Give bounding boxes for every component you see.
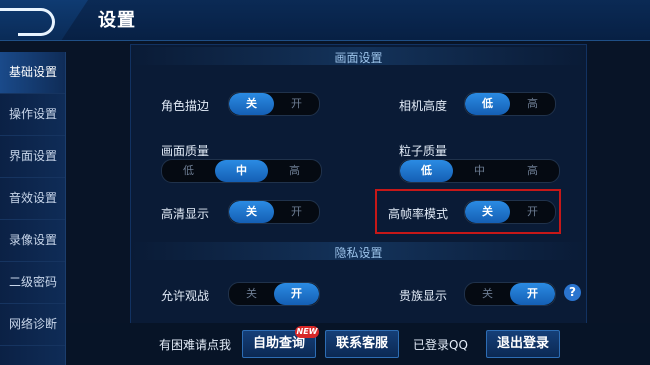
display-section-title: 画面设置 (334, 51, 383, 65)
camera-height-toggle[interactable]: 低 高 (464, 92, 556, 116)
settings-sidebar: 基础设置 操作设置 界面设置 音效设置 录像设置 二级密码 网络诊断 (0, 52, 66, 365)
noble-off-option[interactable]: 关 (465, 283, 510, 305)
sidebar-item-secondary-password[interactable]: 二级密码 (0, 262, 65, 304)
contact-support-button[interactable]: 联系客服 (325, 330, 400, 358)
camera-height-label: 相机高度 (399, 99, 448, 113)
quality-high-option[interactable]: 高 (268, 160, 321, 182)
hd-off-option[interactable]: 关 (229, 201, 274, 223)
outline-label: 角色描边 (161, 99, 210, 113)
new-badge: NEW (295, 326, 319, 338)
top-header: 设置 (0, 0, 650, 41)
particle-low-option[interactable]: 低 (400, 160, 453, 182)
particle-toggle[interactable]: 低 中 高 (399, 159, 560, 183)
spectate-toggle[interactable]: 关 开 (228, 282, 320, 306)
camera-height-low-option[interactable]: 低 (465, 93, 510, 115)
outline-on-option[interactable]: 开 (274, 93, 319, 115)
back-button[interactable] (0, 0, 88, 40)
particle-high-option[interactable]: 高 (506, 160, 559, 182)
spectate-on-option[interactable]: 开 (274, 283, 319, 305)
sidebar-item-network-diagnosis[interactable]: 网络诊断 (0, 304, 65, 346)
privacy-section-title: 隐私设置 (334, 246, 383, 260)
noble-on-option[interactable]: 开 (510, 283, 555, 305)
sidebar-item-basic[interactable]: 基础设置 (0, 52, 65, 94)
quality-label: 画面质量 (161, 144, 210, 158)
outline-off-option[interactable]: 关 (229, 93, 274, 115)
noble-toggle[interactable]: 关 开 (464, 282, 556, 306)
sidebar-item-replay[interactable]: 录像设置 (0, 220, 65, 262)
login-status-text: 已登录QQ (413, 338, 468, 352)
particle-medium-option[interactable]: 中 (453, 160, 506, 182)
question-icon[interactable]: ? (564, 284, 581, 301)
camera-height-high-option[interactable]: 高 (510, 93, 555, 115)
quality-low-option[interactable]: 低 (162, 160, 215, 182)
noble-label: 贵族显示 (399, 289, 448, 303)
particle-label: 粒子质量 (399, 144, 448, 158)
sidebar-item-controls[interactable]: 操作设置 (0, 94, 65, 136)
logout-button[interactable]: 退出登录 (486, 330, 561, 358)
back-arrow-icon (0, 8, 55, 36)
page-title: 设置 (98, 10, 136, 31)
hd-toggle[interactable]: 关 开 (228, 200, 320, 224)
spectate-off-option[interactable]: 关 (229, 283, 274, 305)
spectate-label: 允许观战 (161, 289, 210, 303)
quality-medium-option[interactable]: 中 (215, 160, 268, 182)
hfr-highlight-box (375, 189, 561, 234)
hd-on-option[interactable]: 开 (274, 201, 319, 223)
quality-toggle[interactable]: 低 中 高 (161, 159, 322, 183)
help-text: 有困难请点我 (159, 338, 232, 352)
sidebar-item-interface[interactable]: 界面设置 (0, 136, 65, 178)
hd-label: 高清显示 (161, 207, 210, 221)
outline-toggle[interactable]: 关 开 (228, 92, 320, 116)
sidebar-item-audio[interactable]: 音效设置 (0, 178, 65, 220)
